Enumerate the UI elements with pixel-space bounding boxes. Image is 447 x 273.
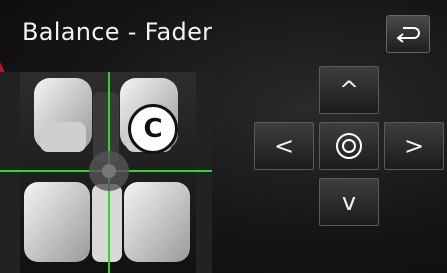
fader-front-button[interactable]: ^	[319, 66, 379, 114]
balance-left-button[interactable]: <	[254, 122, 314, 170]
chevron-up-icon: ^	[338, 76, 360, 104]
center-button[interactable]	[319, 122, 379, 170]
car-interior-image	[0, 72, 212, 273]
return-arrow-icon	[396, 27, 420, 43]
page-title: Balance - Fader	[22, 18, 213, 46]
watermark-logo: C	[128, 104, 178, 154]
balance-right-button[interactable]: >	[384, 122, 444, 170]
chevron-right-icon: >	[403, 132, 425, 160]
fader-rear-button[interactable]: v	[319, 178, 379, 226]
back-button[interactable]	[386, 15, 430, 53]
chevron-down-icon: v	[341, 188, 357, 216]
chevron-left-icon: <	[273, 132, 295, 160]
double-circle-icon	[336, 133, 362, 159]
seat-map[interactable]	[0, 72, 212, 273]
